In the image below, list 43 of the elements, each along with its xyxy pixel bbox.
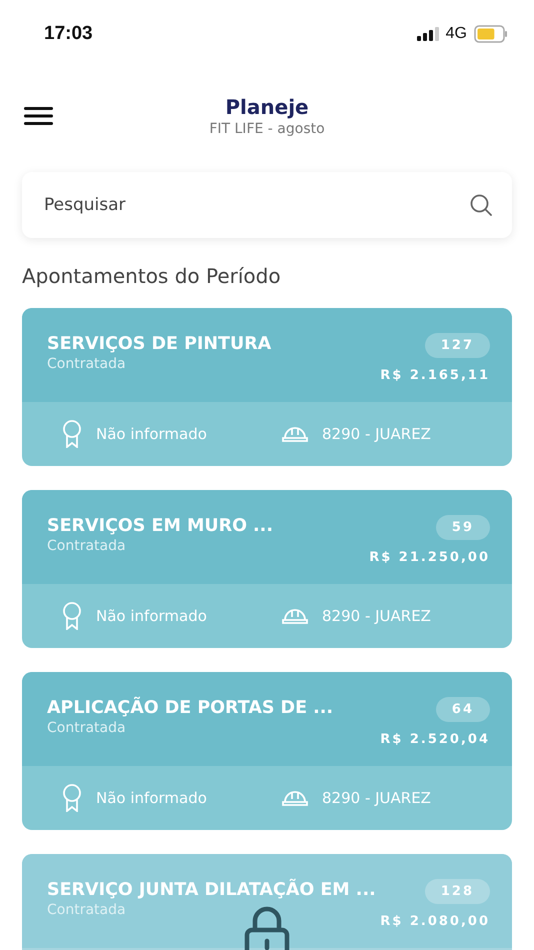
service-card[interactable]: SERVIÇOS EM MURO ... Contratada 59 R$ 21.250,00 Não informado 8290 - JUAREZ bbox=[22, 490, 512, 648]
menu-icon[interactable] bbox=[24, 106, 54, 126]
service-amount: R$ 2.165,11 bbox=[380, 368, 490, 383]
search-icon[interactable] bbox=[470, 194, 492, 216]
search-field[interactable]: Pesquisar bbox=[42, 194, 470, 216]
status-time: 17:03 bbox=[44, 23, 93, 45]
service-card[interactable]: SERVIÇOS DE PINTURA Contratada 127 R$ 2.165,11 Não informado 8290 - JUAREZ bbox=[22, 308, 512, 466]
service-status: Contratada bbox=[47, 902, 127, 918]
worker-text: 8290 - JUAREZ bbox=[322, 425, 431, 443]
count-badge: 128 bbox=[424, 879, 490, 904]
service-card[interactable]: SERVIÇO JUNTA DILATAÇÃO EM ... Contratada 128 R$ 2.080,00 bbox=[22, 854, 512, 950]
helmet-icon bbox=[282, 789, 308, 807]
battery-icon bbox=[474, 25, 508, 43]
certification-text: Não informado bbox=[96, 607, 207, 625]
service-status: Contratada bbox=[47, 538, 127, 554]
app-subtitle: FIT LIFE - agosto bbox=[209, 121, 325, 137]
certification-text: Não informado bbox=[96, 425, 207, 443]
worker-text: 8290 - JUAREZ bbox=[322, 607, 431, 625]
service-status: Contratada bbox=[47, 720, 127, 736]
app-title: Planeje bbox=[225, 95, 309, 119]
service-card[interactable]: APLICAÇÃO DE PORTAS DE ... Contratada 64 R$ 2.520,04 Não informado 8290 - JUAREZ bbox=[22, 672, 512, 830]
section-title: Apontamentos do Período bbox=[22, 264, 282, 288]
service-amount: R$ 2.520,04 bbox=[380, 732, 490, 747]
service-title: SERVIÇO JUNTA DILATAÇÃO EM ... bbox=[47, 880, 377, 900]
signal-icon bbox=[416, 27, 439, 41]
service-title: SERVIÇOS DE PINTURA bbox=[47, 334, 272, 354]
count-badge: 59 bbox=[436, 515, 490, 540]
helmet-icon bbox=[282, 425, 308, 443]
worker-text: 8290 - JUAREZ bbox=[322, 789, 431, 807]
award-icon bbox=[62, 602, 82, 630]
award-icon bbox=[62, 420, 82, 448]
service-amount: R$ 21.250,00 bbox=[369, 550, 490, 565]
lock-icon bbox=[244, 906, 290, 950]
award-icon bbox=[62, 784, 82, 812]
service-title: SERVIÇOS EM MURO ... bbox=[47, 516, 274, 536]
count-badge: 64 bbox=[436, 697, 490, 722]
count-badge: 127 bbox=[424, 333, 490, 358]
service-status: Contratada bbox=[47, 356, 127, 372]
service-title: APLICAÇÃO DE PORTAS DE ... bbox=[47, 698, 334, 718]
certification-text: Não informado bbox=[96, 789, 207, 807]
helmet-icon bbox=[282, 607, 308, 625]
network-type: 4G bbox=[446, 25, 467, 43]
service-amount: R$ 2.080,00 bbox=[380, 914, 490, 929]
